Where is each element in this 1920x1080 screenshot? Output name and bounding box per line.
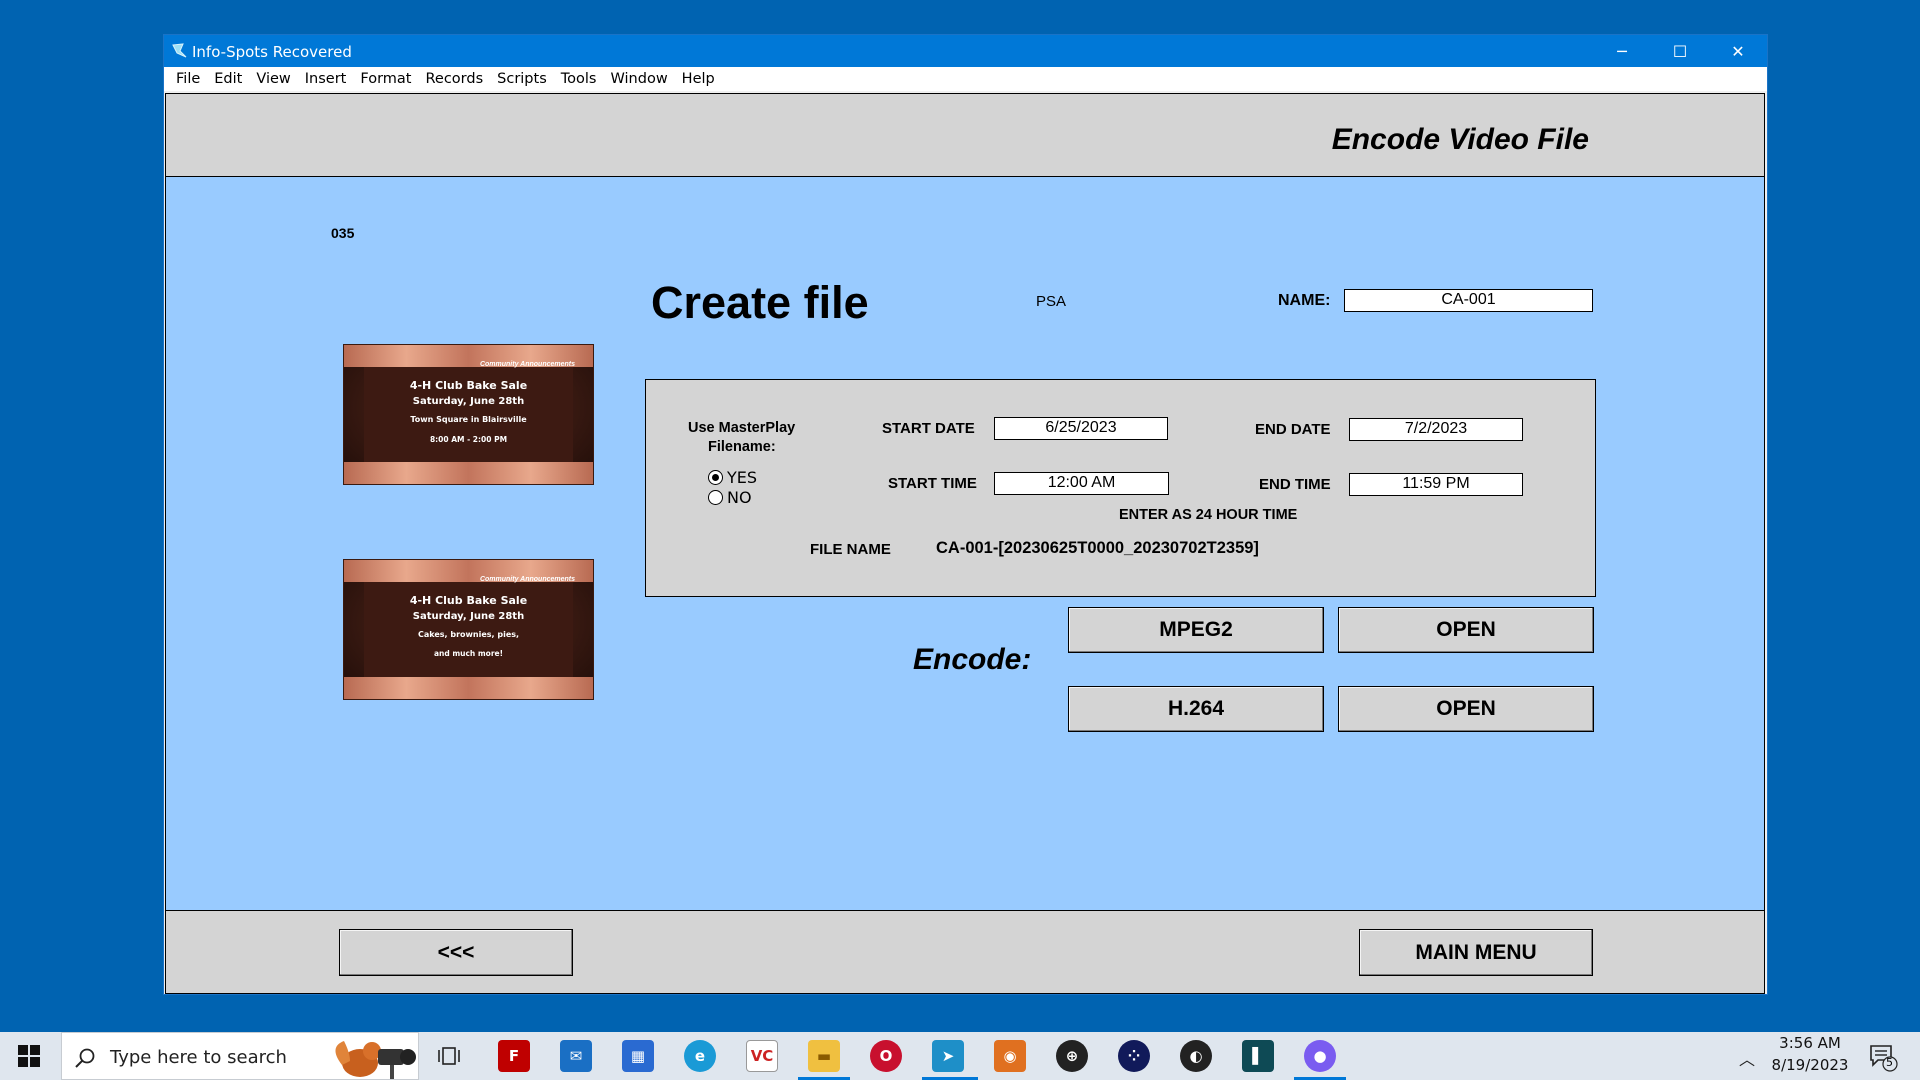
record-number: 035 [331,225,355,241]
thumbnail-line: Saturday, June 28th [412,611,525,622]
globe-icon[interactable]: ⊕ [1056,1040,1088,1072]
close-icon: ✕ [1731,41,1745,61]
layout-footer: <<< MAIN MENU [165,910,1765,994]
chevron-up-icon[interactable]: ︿ [1739,1046,1755,1070]
teal-app-icon[interactable]: ▌ [1242,1040,1274,1072]
open-h264-button[interactable]: OPEN [1338,686,1594,732]
menu-scripts[interactable]: Scripts [490,71,554,87]
file-settings-panel: Use MasterPlay Filename: YES NO START DA… [645,379,1596,597]
clock-time: 3:56 AM [1779,1034,1841,1052]
thumbnail-line: Saturday, June 28th [412,396,525,407]
window-title: Info-Spots Recovered [192,43,352,61]
encode-mpeg2-button[interactable]: MPEG2 [1068,607,1324,653]
minimize-button[interactable]: ─ [1593,35,1651,67]
thumbnail-banner: Community Announcements [479,361,575,368]
menu-file[interactable]: File [169,71,207,87]
taskbar-clock[interactable]: 3:56 AM 8/19/2023 [1770,1032,1850,1080]
file-name-label: FILE NAME [810,541,891,558]
menu-edit[interactable]: Edit [207,71,249,87]
start-date-label: START DATE [882,420,975,437]
minimize-icon: ─ [1617,41,1627,61]
opera-icon[interactable]: O [870,1040,902,1072]
menu-view[interactable]: View [249,71,297,87]
create-file-heading: Create file [651,277,869,328]
app-logo-icon [172,43,187,58]
page-title: Encode Video File [1331,123,1589,156]
thumbnail-line: Cakes, brownies, pies, [417,630,520,639]
search-placeholder: Type here to search [110,1047,287,1068]
thumbnail-line: 8:00 AM - 2:00 PM [429,435,508,444]
start-time-label: START TIME [888,475,977,492]
main-menu-button[interactable]: MAIN MENU [1359,929,1593,976]
notification-button[interactable]: 5 [1868,1042,1898,1072]
time-format-hint: ENTER AS 24 HOUR TIME [1119,507,1298,523]
video-thumbnail-2[interactable]: Community Announcements 4-H Club Bake Sa… [343,559,594,700]
maximize-button[interactable]: ☐ [1651,35,1709,67]
thumbnail-line: Town Square in Blairsville [410,415,527,424]
start-button[interactable] [0,1032,58,1080]
radio-no[interactable] [708,490,723,505]
end-time-field[interactable]: 11:59 PM [1349,473,1523,496]
menu-help[interactable]: Help [675,71,722,87]
taskbar: Type here to search F ✉ ▦ e VC ▬ O ➤ ◉ ⊕… [0,1032,1920,1080]
open-mpeg2-button[interactable]: OPEN [1338,607,1594,653]
end-time-label: END TIME [1259,476,1331,493]
menu-records[interactable]: Records [418,71,490,87]
windows-icon [18,1045,40,1067]
obs-icon[interactable]: ◐ [1180,1040,1212,1072]
paint-icon[interactable]: ● [1304,1040,1336,1072]
layout-header: Encode Video File [165,93,1765,177]
encode-h264-button[interactable]: H.264 [1068,686,1324,732]
clock-date: 8/19/2023 [1771,1056,1849,1074]
thumbnail-line: 4-H Club Bake Sale [409,379,528,392]
menu-bar: File Edit View Insert Format Records Scr… [164,67,1767,91]
app-eye-icon[interactable]: ◉ [994,1040,1026,1072]
app-window: Info-Spots Recovered ─ ☐ ✕ File Edit Vie… [163,34,1768,995]
file-explorer-icon[interactable]: ▬ [808,1040,840,1072]
mail-icon[interactable]: ✉ [560,1040,592,1072]
layout-content: Encode Video File 035 Community Announce… [164,93,1767,994]
vc-icon[interactable]: VC [746,1040,778,1072]
thumbnail-line: and much more! [433,649,504,658]
start-time-field[interactable]: 12:00 AM [994,472,1169,495]
store-icon[interactable]: ▦ [622,1040,654,1072]
file-name-value: CA-001-[20230625T0000_20230702T2359] [936,539,1259,557]
filezilla-icon[interactable]: F [498,1040,530,1072]
masterplay-label-2: Filename: [708,439,776,455]
frame-bottom [344,677,593,699]
search-icon [75,1048,95,1068]
end-date-field[interactable]: 7/2/2023 [1349,418,1523,441]
title-bar[interactable]: Info-Spots Recovered ─ ☐ ✕ [164,35,1767,67]
radio-yes-label: YES [727,468,758,487]
menu-format[interactable]: Format [353,71,418,87]
frame-bottom [344,462,593,484]
squirrel-camera-icon [335,1041,416,1079]
task-view-icon[interactable] [437,1044,461,1068]
layout-body: 035 Community Announcements 4-H Club Bak… [165,177,1765,910]
menu-window[interactable]: Window [604,71,675,87]
thumbnail-line: 4-H Club Bake Sale [409,594,528,607]
notification-icon [1870,1045,1898,1072]
maximize-icon: ☐ [1672,41,1688,61]
end-date-label: END DATE [1255,421,1331,438]
thumbnail-banner: Community Announcements [479,576,575,583]
masterplay-label: Use MasterPlay [688,420,796,436]
menu-tools[interactable]: Tools [554,71,604,87]
menu-insert[interactable]: Insert [298,71,354,87]
radio-no-label: NO [727,488,752,507]
encode-label: Encode: [913,643,1032,676]
dots-app-icon[interactable]: ⁘ [1118,1040,1150,1072]
info-spots-icon[interactable]: ➤ [932,1040,964,1072]
taskbar-search[interactable]: Type here to search [61,1032,419,1080]
notification-count: 5 [1886,1056,1893,1069]
category-label: PSA [1036,293,1067,310]
start-date-field[interactable]: 6/25/2023 [994,417,1168,440]
radio-yes[interactable] [708,470,723,485]
close-button[interactable]: ✕ [1709,35,1767,67]
edge-icon[interactable]: e [684,1040,716,1072]
video-thumbnail-1[interactable]: Community Announcements 4-H Club Bake Sa… [343,344,594,485]
back-button[interactable]: <<< [339,929,573,976]
name-field[interactable]: CA-001 [1344,289,1593,312]
name-label: NAME: [1278,292,1331,309]
